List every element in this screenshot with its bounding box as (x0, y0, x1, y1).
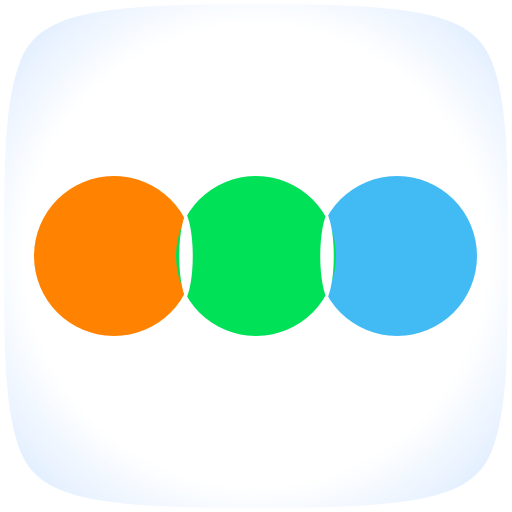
canvas (0, 0, 512, 512)
green-circle (176, 176, 336, 336)
orange-circle (34, 176, 194, 336)
three-circles-app-icon (4, 4, 508, 508)
blue-circle (317, 176, 477, 336)
